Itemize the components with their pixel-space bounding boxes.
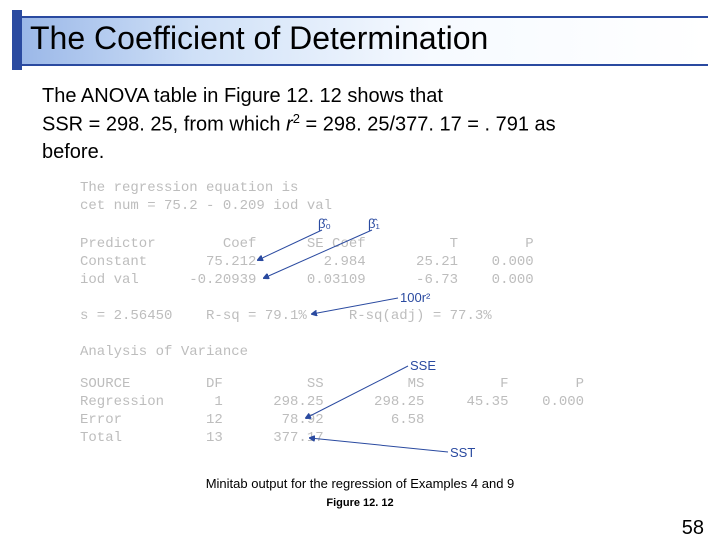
- body-r-symbol: r: [286, 114, 293, 136]
- title-block: The Coefficient of Determination: [12, 10, 708, 65]
- body-r-sup: 2: [293, 111, 300, 126]
- figure-caption: Minitab output for the regression of Exa…: [0, 476, 720, 491]
- annotation-arrows: [80, 180, 640, 470]
- body-line-2a: SSR = 298. 25, from which: [42, 114, 286, 136]
- body-line-2b: = 298. 25/377. 17 = . 791 as: [300, 114, 556, 136]
- minitab-output: The regression equation is cet num = 75.…: [80, 180, 640, 470]
- figure-label: Figure 12. 12: [0, 497, 720, 509]
- body-paragraph: The ANOVA table in Figure 12. 12 shows t…: [0, 71, 720, 170]
- body-line-3: before.: [42, 141, 104, 163]
- page-number: 58: [682, 517, 704, 540]
- body-line-1: The ANOVA table in Figure 12. 12 shows t…: [42, 85, 443, 107]
- slide-title: The Coefficient of Determination: [12, 10, 708, 65]
